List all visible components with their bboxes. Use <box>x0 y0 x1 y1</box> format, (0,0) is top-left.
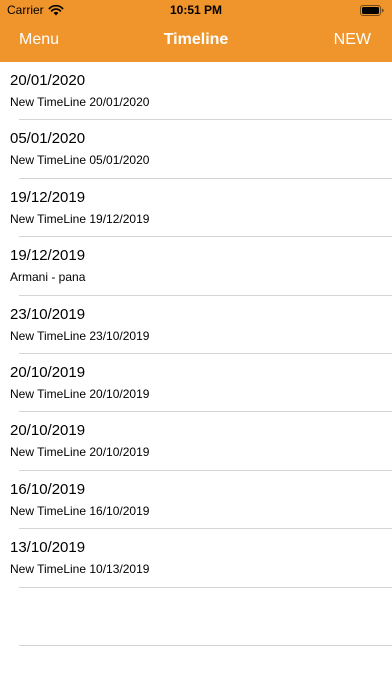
timeline-date: 23/10/2019 <box>10 305 86 323</box>
list-item[interactable]: 19/12/2019 Armani - pana <box>0 237 392 296</box>
timeline-name: New TimeLine 20/10/2019 <box>10 445 150 460</box>
timeline-name: New TimeLine 10/13/2019 <box>10 562 150 577</box>
new-button[interactable]: NEW <box>334 31 371 49</box>
timeline-date: 20/10/2019 <box>10 363 86 381</box>
row-separator <box>19 644 392 646</box>
timeline-list[interactable]: 20/01/2020 New TimeLine 20/01/2020 05/01/2… <box>0 62 392 696</box>
timeline-date: 19/12/2019 <box>10 247 86 265</box>
timeline-name: New TimeLine 20/10/2019 <box>10 386 150 401</box>
list-item[interactable]: 16/10/2019 New TimeLine 16/10/2019 <box>0 471 392 530</box>
timeline-date: 05/01/2020 <box>10 130 86 148</box>
timeline-date: 16/10/2019 <box>10 480 86 498</box>
navigation-bar: Menu Timeline NEW <box>0 22 392 62</box>
list-item[interactable]: 20/01/2020 New TimeLine 20/01/2020 <box>0 62 392 121</box>
list-item[interactable]: 13/10/2019 New TimeLine 10/13/2019 <box>0 529 392 588</box>
menu-button[interactable]: Menu <box>19 31 59 49</box>
empty-list-cell <box>0 588 392 646</box>
timeline-date: 20/01/2020 <box>10 72 86 89</box>
list-item[interactable]: 05/01/2020 New TimeLine 05/01/2020 <box>0 120 392 179</box>
timeline-name: New TimeLine 19/12/2019 <box>10 211 150 226</box>
timeline-name: New TimeLine 05/01/2020 <box>10 153 150 168</box>
status-time: 10:51 PM <box>169 3 223 17</box>
timeline-date: 19/12/2019 <box>10 188 86 206</box>
timeline-name: New TimeLine 20/01/2020 <box>10 95 150 109</box>
list-item[interactable]: 20/10/2019 New TimeLine 20/10/2019 <box>0 412 392 471</box>
battery-icon <box>360 5 384 16</box>
timeline-date: 20/10/2019 <box>10 422 86 440</box>
list-item[interactable]: 23/10/2019 New TimeLine 23/10/2019 <box>0 296 392 354</box>
timeline-name: New TimeLine 23/10/2019 <box>10 328 150 343</box>
status-bar: Carrier 10:51 PM <box>0 0 392 22</box>
timeline-date: 13/10/2019 <box>10 539 86 557</box>
timeline-name: New TimeLine 16/10/2019 <box>10 503 150 518</box>
timeline-name: Armani - pana <box>10 270 86 285</box>
list-item[interactable]: 20/10/2019 New TimeLine 20/10/2019 <box>0 354 392 413</box>
list-item[interactable]: 19/12/2019 New TimeLine 19/12/2019 <box>0 179 392 238</box>
